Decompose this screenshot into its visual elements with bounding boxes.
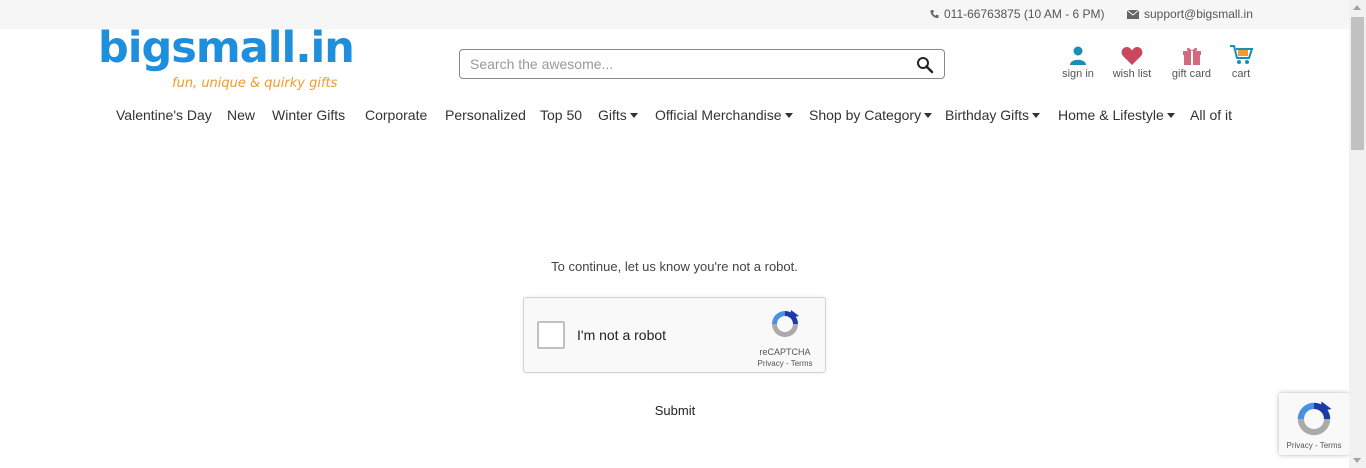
scroll-up-arrow-icon[interactable] <box>1353 5 1361 10</box>
nav-label: Gifts <box>598 107 627 123</box>
gift-card-link[interactable]: gift card <box>1166 44 1217 80</box>
caret-down-icon <box>1166 113 1175 118</box>
cart-link[interactable]: cart <box>1226 44 1256 80</box>
badge-privacy-terms[interactable]: Privacy - Terms <box>1279 441 1349 450</box>
envelope-icon <box>1127 9 1139 19</box>
nav-label: Personalized <box>445 107 526 123</box>
scrollbar-thumb[interactable] <box>1351 17 1364 150</box>
heart-icon <box>1108 44 1156 66</box>
search-input[interactable] <box>460 50 900 78</box>
captcha-label: I'm not a robot <box>577 327 667 343</box>
nav-label: Home & Lifestyle <box>1058 107 1164 123</box>
submit-button[interactable]: Submit <box>640 403 710 418</box>
nav-label: Top 50 <box>540 107 583 123</box>
gift-card-label: gift card <box>1171 68 1212 80</box>
cart-icon <box>1226 44 1256 66</box>
nav-label: Official Merchandise <box>655 107 782 123</box>
nav-winter-gifts[interactable]: Winter Gifts <box>272 107 345 123</box>
logo-wordmark: bigsmall.in <box>98 23 355 73</box>
nav-new[interactable]: New <box>227 107 255 123</box>
recaptcha-branding: reCAPTCHA Privacy - Terms <box>752 308 818 368</box>
sign-in-link[interactable]: sign in <box>1058 44 1098 80</box>
captcha-checkbox[interactable] <box>537 321 565 349</box>
nav-label: New <box>227 107 256 123</box>
caret-down-icon <box>924 113 933 118</box>
search-bar <box>459 49 945 79</box>
gift-icon <box>1166 44 1217 66</box>
nav-label: Shop by Category <box>809 107 922 123</box>
recaptcha-badge[interactable]: Privacy - Terms <box>1279 393 1349 455</box>
recaptcha-widget: I'm not a robot reCAPTCHA Privacy - Term… <box>523 297 826 373</box>
nav-all-of-it[interactable]: All of it <box>1190 107 1232 123</box>
main-navigation: Valentine's Day New Winter Gifts Corpora… <box>0 107 1349 129</box>
support-email: support@bigsmall.in <box>1144 7 1253 21</box>
phone-number: 011-66763875 (10 AM - 6 PM) <box>944 7 1105 21</box>
caret-down-icon <box>784 113 793 118</box>
nav-label: Winter Gifts <box>272 107 346 123</box>
nav-gifts[interactable]: Gifts <box>598 107 638 123</box>
bigsmall-logo[interactable]: bigsmall.in fun, unique & quirky gifts <box>98 27 355 93</box>
sign-in-label: sign in <box>1062 68 1094 80</box>
scroll-down-arrow-icon[interactable] <box>1353 458 1361 463</box>
recaptcha-logo-icon <box>772 310 799 337</box>
recaptcha-brand: reCAPTCHA <box>759 347 811 357</box>
recaptcha-logo-icon <box>1297 401 1332 436</box>
nav-label: Corporate <box>365 107 428 123</box>
nav-top-50[interactable]: Top 50 <box>540 107 582 123</box>
nav-birthday-gifts[interactable]: Birthday Gifts <box>945 107 1041 123</box>
user-icon <box>1058 44 1098 66</box>
nav-official-merchandise[interactable]: Official Merchandise <box>655 107 793 123</box>
nav-home-lifestyle[interactable]: Home & Lifestyle <box>1058 107 1175 123</box>
search-icon[interactable] <box>916 56 934 74</box>
cart-label: cart <box>1231 68 1251 80</box>
nav-corporate[interactable]: Corporate <box>365 107 427 123</box>
phone-icon <box>930 9 939 19</box>
wish-list-link[interactable]: wish list <box>1108 44 1156 80</box>
caret-down-icon <box>1032 113 1041 118</box>
email-contact[interactable]: support@bigsmall.in <box>1127 7 1253 21</box>
robot-check-prompt: To continue, let us know you're not a ro… <box>551 259 798 274</box>
recaptcha-privacy-terms[interactable]: Privacy - Terms <box>752 359 818 368</box>
logo-tagline: fun, unique & quirky gifts <box>172 76 338 91</box>
phone-contact[interactable]: 011-66763875 (10 AM - 6 PM) <box>930 7 1105 21</box>
nav-valentines-day[interactable]: Valentine's Day <box>116 107 212 123</box>
wish-list-label: wish list <box>1112 68 1152 80</box>
nav-shop-by-category[interactable]: Shop by Category <box>809 107 933 123</box>
nav-label: All of it <box>1190 107 1233 123</box>
page-scrollbar[interactable] <box>1349 0 1366 468</box>
nav-label: Birthday Gifts <box>945 107 1030 123</box>
nav-label: Valentine's Day <box>116 107 212 123</box>
nav-personalized[interactable]: Personalized <box>445 107 526 123</box>
caret-down-icon <box>629 113 638 118</box>
